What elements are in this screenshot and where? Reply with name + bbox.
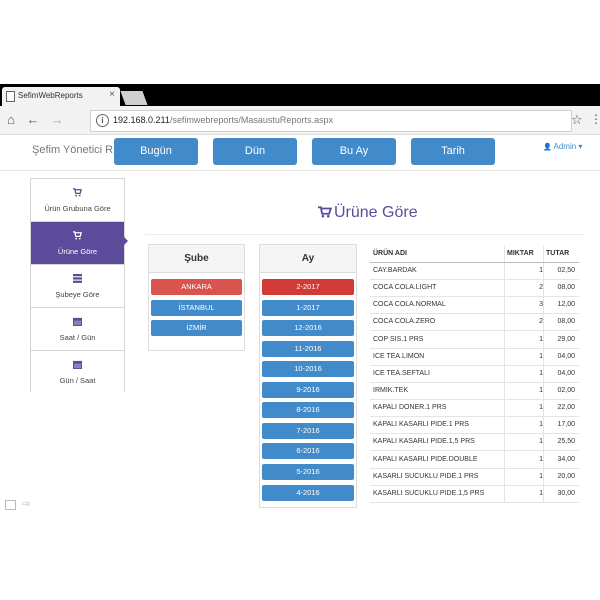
month-item[interactable]: 8-2016 [262, 402, 354, 418]
month-item[interactable]: 1-2017 [262, 300, 354, 316]
table-row: COCA COLA.ZERO 2 08,00 [370, 313, 579, 331]
back-icon[interactable]: ← [25, 112, 41, 128]
month-item[interactable]: 11-2016 [262, 341, 354, 357]
sidebar-item-label: Ürüne Göre [57, 247, 98, 256]
table-row: COCA COLA.LIGHT 2 08,00 [370, 279, 579, 297]
branch-item[interactable]: ANKARA [151, 279, 242, 295]
user-name: Admin [553, 142, 577, 151]
table-row: KAPALI KASARLI PIDE.1,5 PRS 1 25,50 [370, 433, 579, 451]
sidebar-item-day-hour[interactable]: Gün / Saat [31, 351, 124, 393]
header-product: ÜRÜN ADI [373, 250, 407, 257]
table-row: KAPALI DONER.1 PRS 1 22,00 [370, 399, 579, 417]
cart-icon [318, 206, 332, 218]
browser-tab[interactable]: SefimWebReports × [2, 87, 120, 106]
navbar-divider [0, 170, 600, 171]
address-bar[interactable]: i 192.168.0.211/sefimwebreports/Masaustu… [90, 110, 572, 132]
title-divider [145, 234, 585, 235]
date-button[interactable]: Tarih [411, 138, 495, 165]
sidebar-item-hour-day[interactable]: Saat / Gün [31, 308, 124, 351]
month-item[interactable]: 5-2016 [262, 464, 354, 480]
panel-title: Ay [260, 245, 356, 273]
arrow-right-icon[interactable]: ⇨ [22, 499, 30, 510]
table-row: KASARLI SUCUKLU PIDE.1 PRS 1 20,00 [370, 468, 579, 486]
header-quantity: MIKTAR [507, 250, 534, 257]
month-item[interactable]: 10-2016 [262, 361, 354, 377]
sidebar-item-label: Gün / Saat [59, 376, 96, 385]
tab-title: SefimWebReports [18, 91, 83, 100]
table-row: KASARLI SUCUKLU PIDE.1,5 PRS 1 30,00 [370, 485, 579, 503]
panel-title: Şube [149, 245, 244, 273]
report-sidebar: Ürün Grubuna Göre Ürüne Göre Şubeye Göre… [30, 178, 125, 393]
sidebar-item-label: Şubeye Göre [55, 290, 100, 299]
new-tab-button[interactable] [120, 91, 148, 105]
server-icon [73, 274, 82, 283]
month-panel: Ay 2-2017 1-2017 12-2016 11-2016 10-2016… [259, 244, 357, 508]
chevron-down-icon: ▾ [578, 142, 583, 151]
month-item[interactable]: 9-2016 [262, 382, 354, 398]
month-item[interactable]: 4-2016 [262, 485, 354, 501]
sidebar-item-branch[interactable]: Şubeye Göre [31, 265, 124, 308]
table-header: ÜRÜN ADI MIKTAR TUTAR [370, 245, 579, 263]
calendar-icon [73, 360, 82, 369]
page-title: Ürüne Göre [318, 204, 418, 222]
user-menu[interactable]: 👤 Admin ▾ [543, 142, 582, 151]
month-item[interactable]: 6-2016 [262, 443, 354, 459]
sidebar-item-label: Saat / Gün [59, 333, 96, 342]
home-icon[interactable]: ⌂ [3, 112, 19, 128]
bookmark-star-icon[interactable]: ☆ [571, 112, 583, 128]
browser-menu-icon[interactable]: ⋮ [590, 112, 600, 126]
sidebar-item-product-group[interactable]: Ürün Grubuna Göre [31, 179, 124, 222]
branch-item[interactable]: İSTANBUL [151, 300, 242, 316]
page-icon [6, 91, 15, 102]
yesterday-button[interactable]: Dün [213, 138, 297, 165]
month-item[interactable]: 7-2016 [262, 423, 354, 439]
app-brand[interactable]: Şefim Yönetici RP [32, 144, 120, 156]
tab-close-icon[interactable]: × [109, 89, 115, 100]
table-row: ICE TEA.SEFTALI 1 04,00 [370, 365, 579, 383]
table-row: KAPALI KASARLI PIDE.1 PRS 1 17,00 [370, 416, 579, 434]
cart-icon [73, 231, 82, 240]
branch-item[interactable]: İZMİR [151, 320, 242, 336]
cart-icon [73, 188, 82, 197]
forward-icon[interactable]: → [49, 112, 65, 128]
sidebar-item-label: Ürün Grubuna Göre [44, 204, 111, 213]
info-icon[interactable]: i [96, 114, 109, 127]
table-row: KAPALI KASARLI PIDE.DOUBLE 1 34,00 [370, 451, 579, 469]
today-button[interactable]: Bugün [114, 138, 198, 165]
sidebar-item-product[interactable]: Ürüne Göre [31, 222, 124, 265]
keyboard-icon[interactable] [5, 500, 16, 510]
month-item[interactable]: 12-2016 [262, 320, 354, 336]
table-row: ICE TEA.LIMON 1 04,00 [370, 348, 579, 366]
month-item[interactable]: 2-2017 [262, 279, 354, 295]
user-icon: 👤 [543, 144, 552, 151]
this-month-button[interactable]: Bu Ay [312, 138, 396, 165]
url-text[interactable]: 192.168.0.211/sefimwebreports/MasaustuRe… [113, 115, 333, 125]
active-pointer [123, 236, 128, 246]
header-total: TUTAR [546, 250, 570, 257]
calendar-icon [73, 317, 82, 326]
table-row: IRMIK.TEK 1 02,00 [370, 382, 579, 400]
table-row: COP SIS.1 PRS 1 29,00 [370, 331, 579, 349]
table-row: CAY.BARDAK 1 02,50 [370, 262, 579, 280]
branch-panel: Şube ANKARA İSTANBUL İZMİR [148, 244, 245, 351]
table-row: COCA COLA.NORMAL 3 12,00 [370, 296, 579, 314]
